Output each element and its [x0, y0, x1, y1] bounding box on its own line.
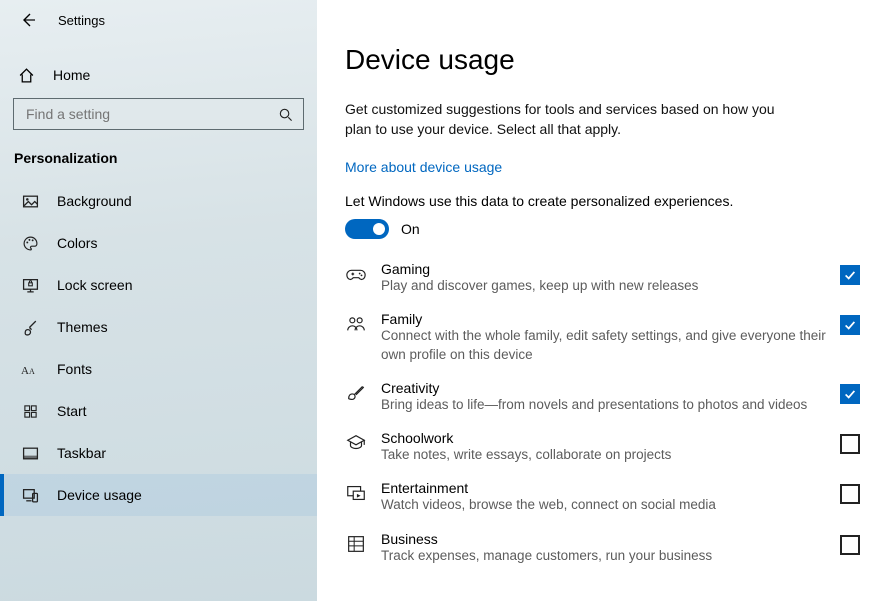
usage-option-checkbox-gaming[interactable] [840, 265, 860, 285]
usage-option-schoolwork: SchoolworkTake notes, write essays, coll… [345, 430, 860, 464]
sidebar-item-colors[interactable]: Colors [0, 222, 317, 264]
fonts-icon: AA [21, 360, 39, 378]
usage-option-title: Entertainment [381, 480, 826, 496]
creativity-icon [345, 382, 367, 404]
usage-option-family: FamilyConnect with the whole family, edi… [345, 311, 860, 363]
usage-option-subtitle: Connect with the whole family, edit safe… [381, 327, 826, 363]
search-box[interactable] [13, 98, 304, 130]
usage-option-checkbox-schoolwork[interactable] [840, 434, 860, 454]
usage-option-gaming: GamingPlay and discover games, keep up w… [345, 261, 860, 295]
sidebar-item-label: Taskbar [57, 445, 106, 461]
usage-option-business: BusinessTrack expenses, manage customers… [345, 531, 860, 565]
device-usage-icon [21, 486, 39, 504]
page-description: Get customized suggestions for tools and… [345, 100, 785, 139]
sidebar-item-label: Device usage [57, 487, 142, 503]
sidebar-item-lock-screen[interactable]: Lock screen [0, 264, 317, 306]
sidebar-item-start[interactable]: Start [0, 390, 317, 432]
usage-option-subtitle: Track expenses, manage customers, run yo… [381, 547, 826, 565]
usage-option-subtitle: Take notes, write essays, collaborate on… [381, 446, 826, 464]
usage-option-checkbox-business[interactable] [840, 535, 860, 555]
sidebar-item-background[interactable]: Background [0, 180, 317, 222]
search-icon [278, 107, 293, 122]
sidebar-item-themes[interactable]: Themes [0, 306, 317, 348]
sidebar-item-label: Background [57, 193, 132, 209]
search-input[interactable] [24, 105, 278, 123]
picture-icon [21, 192, 39, 210]
usage-option-title: Schoolwork [381, 430, 826, 446]
usage-option-checkbox-family[interactable] [840, 315, 860, 335]
schoolwork-icon [345, 432, 367, 454]
usage-option-checkbox-creativity[interactable] [840, 384, 860, 404]
sidebar-item-taskbar[interactable]: Taskbar [0, 432, 317, 474]
sidebar-item-label: Fonts [57, 361, 92, 377]
app-title: Settings [58, 13, 105, 28]
taskbar-icon [21, 444, 39, 462]
usage-option-title: Creativity [381, 380, 826, 396]
business-icon [345, 533, 367, 555]
toggle-caption: Let Windows use this data to create pers… [345, 193, 860, 209]
sidebar-item-fonts[interactable]: AA Fonts [0, 348, 317, 390]
family-icon [345, 313, 367, 335]
usage-option-title: Gaming [381, 261, 826, 277]
more-about-link[interactable]: More about device usage [345, 159, 502, 175]
settings-sidebar: Settings Home Personalization Background… [0, 0, 317, 601]
start-icon [21, 402, 39, 420]
main-content: Device usage Get customized suggestions … [317, 0, 888, 601]
usage-option-entertainment: EntertainmentWatch videos, browse the we… [345, 480, 860, 514]
arrow-left-icon [20, 12, 36, 28]
sidebar-home-label: Home [53, 67, 90, 83]
sidebar-item-label: Colors [57, 235, 97, 251]
lock-monitor-icon [21, 276, 39, 294]
usage-option-subtitle: Play and discover games, keep up with ne… [381, 277, 826, 295]
gaming-icon [345, 263, 367, 285]
svg-text:A: A [29, 367, 35, 376]
sidebar-item-label: Start [57, 403, 87, 419]
back-button[interactable] [18, 10, 38, 30]
usage-option-subtitle: Bring ideas to life—from novels and pres… [381, 396, 826, 414]
home-icon [17, 66, 35, 84]
palette-icon [21, 234, 39, 252]
page-title: Device usage [345, 44, 860, 76]
usage-option-subtitle: Watch videos, browse the web, connect on… [381, 496, 826, 514]
svg-text:A: A [21, 365, 29, 377]
sidebar-item-label: Lock screen [57, 277, 132, 293]
entertainment-icon [345, 482, 367, 504]
personalized-experiences-toggle[interactable] [345, 219, 389, 239]
usage-option-creativity: CreativityBring ideas to life—from novel… [345, 380, 860, 414]
brush-icon [21, 318, 39, 336]
sidebar-item-device-usage[interactable]: Device usage [0, 474, 317, 516]
toggle-state-label: On [401, 221, 420, 237]
usage-option-title: Family [381, 311, 826, 327]
sidebar-item-home[interactable]: Home [0, 56, 317, 94]
usage-option-checkbox-entertainment[interactable] [840, 484, 860, 504]
usage-option-title: Business [381, 531, 826, 547]
sidebar-section-label: Personalization [0, 136, 317, 180]
sidebar-item-label: Themes [57, 319, 108, 335]
